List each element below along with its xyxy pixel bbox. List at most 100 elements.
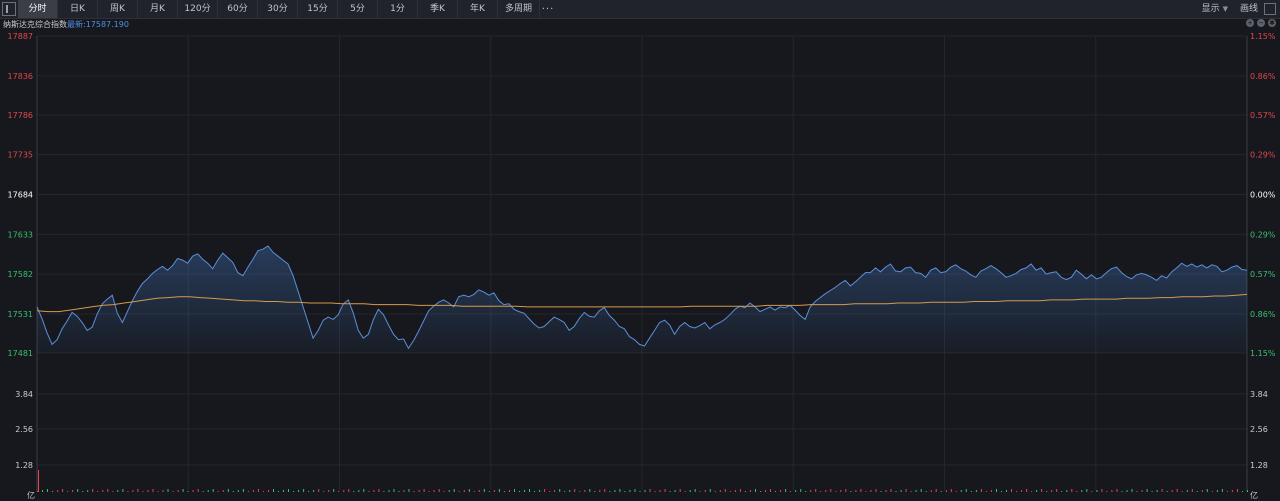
volume-bar <box>629 490 631 492</box>
volume-bar <box>699 491 701 492</box>
volume-bar <box>1046 491 1048 492</box>
percent-tick-label: 0.57% <box>1250 111 1276 120</box>
volume-bar <box>524 490 525 492</box>
volume-bar <box>579 491 581 492</box>
volume-bar <box>433 490 435 492</box>
volume-bar <box>1206 489 1208 492</box>
volume-bar <box>318 489 320 492</box>
volume-bar <box>343 490 345 492</box>
volume-bar <box>1166 491 1168 492</box>
price-tick-label: 17786 <box>8 111 33 120</box>
volume-bar <box>830 489 832 492</box>
volume-bar <box>1101 489 1103 492</box>
volume-bar <box>755 489 756 492</box>
percent-tick-label: 0.29% <box>1250 151 1276 160</box>
volume-bar <box>925 491 927 492</box>
volume-bar <box>273 489 274 492</box>
volume-bar <box>207 490 209 492</box>
volume-bar <box>72 490 74 492</box>
volume-bar <box>1231 490 1233 492</box>
intraday-chart[interactable]: 17887 17836 17786 17735 17684 17633 17582 17531… <box>0 0 1280 501</box>
volume-bar <box>679 489 681 492</box>
volume-bar <box>107 489 109 492</box>
volume-bar <box>709 489 711 492</box>
volume-bar <box>463 490 465 492</box>
volume-bar <box>222 490 224 492</box>
volume-bar <box>654 491 656 492</box>
percent-tick-label: 0.57% <box>1250 270 1276 279</box>
volume-bar <box>1237 489 1238 492</box>
volume-bar <box>57 490 59 492</box>
volume-bar <box>247 491 249 492</box>
volume-bar <box>1247 490 1248 492</box>
volume-bar <box>298 490 300 492</box>
volume-bar <box>910 491 912 492</box>
volume-bar <box>37 491 38 492</box>
volume-bar <box>684 491 686 492</box>
volume-bar <box>212 489 214 492</box>
volume-bar <box>268 490 269 492</box>
volume-bar <box>900 490 902 492</box>
volume-bar <box>1001 491 1002 492</box>
volume-bar <box>503 491 505 492</box>
volume-unit-label: 亿 <box>1250 490 1258 500</box>
volume-bar <box>800 489 802 492</box>
volume-bar <box>634 489 636 492</box>
volume-bar <box>42 490 43 492</box>
volume-bar <box>458 491 460 492</box>
volume-bar <box>333 489 335 492</box>
volume-bar <box>639 491 641 492</box>
volume-bar <box>1126 490 1128 492</box>
volume-bar <box>373 490 375 492</box>
volume-bar <box>765 490 766 492</box>
volume-bar <box>202 491 204 492</box>
volume-bar <box>453 489 455 492</box>
volume-bar <box>875 489 877 492</box>
volume-bar <box>574 489 576 492</box>
volume-bar <box>1106 491 1108 492</box>
volume-bar <box>328 490 330 492</box>
volume-bar <box>187 491 189 492</box>
volume-bar <box>257 489 259 492</box>
volume-bar <box>157 491 159 492</box>
volume-bar <box>177 490 179 492</box>
volume-bar <box>559 489 561 492</box>
volume-bar <box>293 491 295 492</box>
volume-bar <box>704 490 706 492</box>
volume-unit-label: 亿 <box>27 490 35 500</box>
volume-bar <box>172 491 174 492</box>
volume-bar <box>192 490 194 492</box>
volume-bar <box>403 490 405 492</box>
volume-bar <box>1186 490 1188 492</box>
volume-bar <box>945 490 947 492</box>
volume-bar <box>795 490 797 492</box>
volume-bar <box>358 490 360 492</box>
volume-bar <box>137 489 139 492</box>
volume-bar <box>127 491 129 492</box>
volume-bar <box>1076 491 1078 492</box>
volume-bar <box>308 491 310 492</box>
volume-bar <box>840 490 842 492</box>
volume-bar <box>1181 491 1183 492</box>
volume-bar <box>514 489 515 492</box>
volume-bar <box>614 490 616 492</box>
volume-bar <box>996 489 997 492</box>
volume-bar <box>423 489 425 492</box>
volume-bar <box>47 489 48 492</box>
volume-bar <box>1021 490 1023 492</box>
volume-bar <box>112 491 114 492</box>
volume-bar <box>338 491 340 492</box>
volume-bar <box>408 489 410 492</box>
volume-bar <box>1226 491 1228 492</box>
volume-bar <box>950 489 952 492</box>
volume-bar <box>890 489 892 492</box>
volume-bar <box>1216 490 1218 492</box>
volume-bar <box>599 490 601 492</box>
volume-bar <box>1131 489 1133 492</box>
volume-tick-label: 3.84 <box>1250 390 1268 399</box>
volume-bar <box>1081 490 1083 492</box>
volume-bar <box>102 490 104 492</box>
volume-bar <box>990 490 992 492</box>
volume-tick-label: 2.56 <box>15 425 33 434</box>
volume-bar <box>534 491 536 492</box>
